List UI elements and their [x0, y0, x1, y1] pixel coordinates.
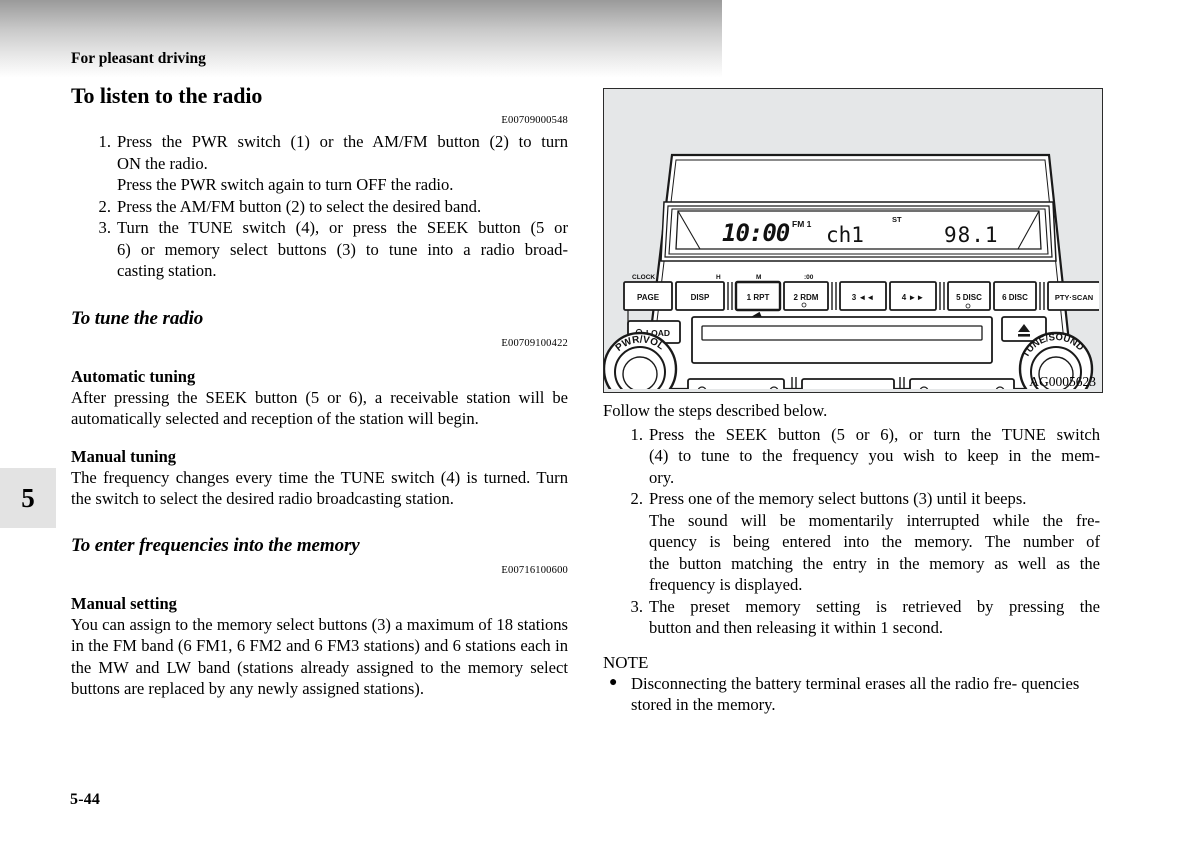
- memory-entry-steps: 1. Press the SEEK button (5 or 6), or tu…: [603, 424, 1100, 639]
- heading-manual-tuning: Manual tuning: [71, 446, 176, 466]
- step-line: Press one of the memory select buttons (…: [649, 489, 1027, 508]
- page-title: To listen to the radio: [71, 83, 263, 108]
- list-item: ● Disconnecting the battery terminal era…: [603, 673, 1100, 716]
- heading-manual-setting: Manual setting: [71, 593, 177, 613]
- step-number: 3.: [98, 218, 111, 237]
- note-line: Disconnecting the battery terminal erase…: [631, 673, 1018, 693]
- right-column: Follow the steps described below. 1. Pre…: [603, 0, 1100, 716]
- step-number: 2.: [630, 489, 643, 508]
- list-item: 1. Press the PWR switch (1) or the AM/FM…: [89, 131, 568, 196]
- step-line: The preset memory setting is retrieved b…: [649, 596, 1100, 616]
- step-line: casting station.: [117, 261, 217, 280]
- step-number: 1.: [98, 132, 111, 151]
- step-line: 6) or memory select buttons (3) to tune …: [117, 239, 568, 259]
- chapter-tab: 5: [0, 468, 56, 528]
- left-column: To listen to the radio E00709000548 1. P…: [71, 0, 568, 700]
- list-item: 3. Turn the TUNE switch (4), or press th…: [89, 217, 568, 282]
- list-item: 2. Press the AM/FM button (2) to select …: [89, 196, 568, 218]
- paragraph-automatic-tuning: After pressing the SEEK button (5 or 6),…: [71, 387, 568, 429]
- step-line: ON the radio.: [117, 153, 208, 173]
- step-number: 3.: [630, 596, 643, 616]
- ecode-tune-radio: E00709100422: [501, 337, 568, 349]
- list-item: 3. The preset memory setting is retrieve…: [621, 596, 1100, 639]
- step-line: quency is being entered into the memory.…: [649, 532, 1100, 551]
- step-line: The sound will be momentarily interrupte…: [649, 510, 1100, 530]
- subtitle-enter-frequencies: To enter frequencies into the memory: [71, 534, 360, 556]
- paragraph-manual-tuning: The frequency changes every time the TUN…: [71, 467, 568, 509]
- step-line: frequency is displayed.: [649, 575, 803, 594]
- chapter-tab-number: 5: [21, 482, 35, 513]
- ecode-listen-radio: E00709000548: [501, 115, 568, 126]
- step-number: 2.: [98, 196, 111, 216]
- page-number: 5-44: [70, 791, 101, 808]
- step-line: (4) to tune to the frequency you wish to…: [649, 446, 1100, 465]
- note-title: NOTE: [603, 652, 649, 672]
- step-line: Press the SEEK button (5 or 6), or turn …: [649, 424, 1100, 444]
- step-number: 1.: [630, 424, 643, 444]
- step-line: Press the PWR switch (1) or the AM/FM bu…: [117, 132, 568, 151]
- step-line: the button matching the entry in the mem…: [649, 553, 1100, 573]
- step-line: Press the PWR switch again to turn OFF t…: [117, 175, 454, 194]
- step-line: ory.: [649, 467, 675, 487]
- subtitle-tune-radio: To tune the radio: [71, 307, 204, 329]
- note-list: ● Disconnecting the battery terminal era…: [603, 673, 1100, 716]
- ecode-enter-frequencies: E00716100600: [501, 564, 568, 576]
- intro-follow-steps: Follow the steps described below.: [603, 401, 828, 420]
- list-item: 2. Press one of the memory select button…: [621, 488, 1100, 596]
- heading-automatic-tuning: Automatic tuning: [71, 366, 196, 386]
- listen-radio-steps: 1. Press the PWR switch (1) or the AM/FM…: [71, 131, 568, 282]
- paragraph-manual-setting: You can assign to the memory select butt…: [71, 614, 568, 699]
- list-item: 1. Press the SEEK button (5 or 6), or tu…: [621, 424, 1100, 489]
- step-line: Press the AM/FM button (2) to select the…: [117, 196, 482, 216]
- note-bullet-icon: ●: [609, 674, 618, 690]
- step-line: Turn the TUNE switch (4), or press the S…: [117, 218, 568, 237]
- step-line: button and then releasing it within 1 se…: [649, 618, 944, 637]
